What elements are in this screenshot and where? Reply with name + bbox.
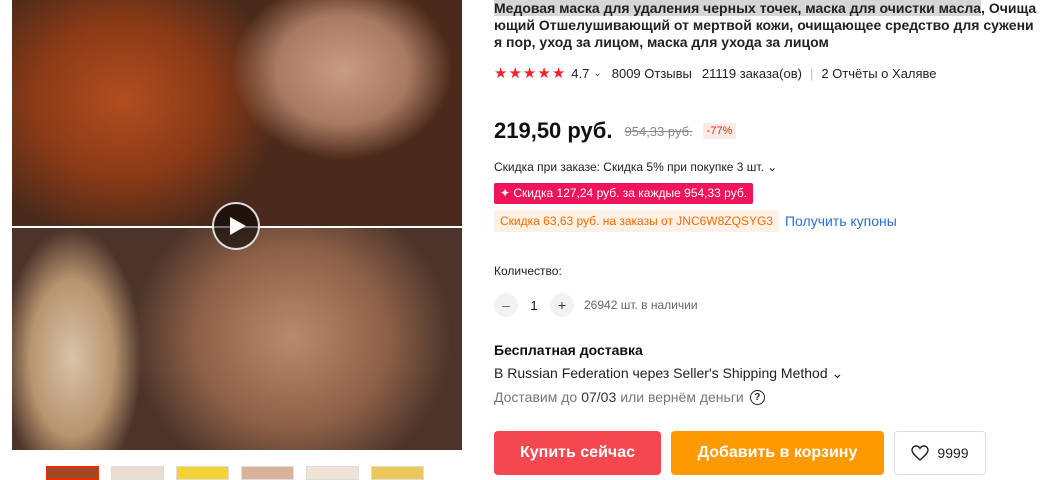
product-gallery xyxy=(0,0,462,450)
delivery-date-value: 07/03 xyxy=(581,389,617,405)
heart-icon xyxy=(911,445,930,461)
quantity-minus-button[interactable]: – xyxy=(494,293,518,317)
star-icon: ★ xyxy=(508,65,522,82)
delivery-date: Доставим до 07/03 или вернём деньги ? xyxy=(494,389,765,405)
current-price: 219,50 руб. xyxy=(494,118,613,143)
price-row: 219,50 руб. 954,33 руб. -77% xyxy=(494,118,737,144)
star-icon: ★ xyxy=(522,65,537,82)
rating-row: ★ ★ ★ ★ ★ 4.7 ⌄ 8009 Отзывы 21119 заказа… xyxy=(494,66,937,81)
thumbnail[interactable] xyxy=(176,466,229,480)
video-play-button[interactable] xyxy=(212,202,260,250)
add-to-cart-button[interactable]: Добавить в корзину xyxy=(671,431,884,475)
rating-value[interactable]: 4.7 xyxy=(571,66,589,81)
get-coupons-link[interactable]: Получить купоны xyxy=(785,213,897,229)
discount-badge: -77% xyxy=(702,123,737,139)
help-icon[interactable]: ? xyxy=(749,389,765,405)
buy-now-button[interactable]: Купить сейчас xyxy=(494,431,661,475)
promo-discount-badge: ✦ Скидка 127,24 руб. за каждые 954,33 ру… xyxy=(494,183,754,204)
free-reports-link[interactable]: 2 Отчёты о Халяве xyxy=(821,66,936,81)
delivery-suffix: или вернём деньги xyxy=(620,389,744,405)
quantity-plus-button[interactable]: + xyxy=(550,293,574,317)
thumbnail[interactable] xyxy=(111,466,164,480)
separator: | xyxy=(809,66,814,81)
wishlist-count: 9999 xyxy=(937,445,969,461)
thumbnail[interactable] xyxy=(241,466,294,480)
play-icon xyxy=(230,217,246,235)
coupon-row: Скидка 63,63 руб. на заказы от JNC6W8ZQS… xyxy=(494,210,897,232)
wishlist-button[interactable]: 9999 xyxy=(894,431,986,475)
reviews-link[interactable]: 8009 Отзывы xyxy=(612,66,692,81)
thumbnail[interactable] xyxy=(371,466,424,480)
product-info: Медовая маска для удаления черных точек,… xyxy=(494,0,1043,475)
quantity-label: Количество: xyxy=(494,264,562,278)
product-photo-before[interactable] xyxy=(12,0,462,228)
stock-count: 26942 шт. в наличии xyxy=(584,298,698,312)
store-discount-dropdown[interactable]: Скидка при заказе: Скидка 5% при покупке… xyxy=(494,160,777,174)
product-title: Медовая маска для удаления черных точек,… xyxy=(494,0,1039,51)
thumbnail[interactable] xyxy=(46,466,99,480)
star-icon: ★ xyxy=(551,65,566,82)
star-icon: ★ xyxy=(494,65,508,82)
shipping-title: Бесплатная доставка xyxy=(494,342,643,358)
coupon-tag: Скидка 63,63 руб. на заказы от JNC6W8ZQS… xyxy=(494,210,779,232)
product-title-highlight: Медовая маска для удаления черных точек,… xyxy=(494,0,982,16)
orders-count: 21119 заказа(ов) xyxy=(701,66,802,81)
chevron-down-icon[interactable]: ⌄ xyxy=(593,68,601,79)
rating-stars: ★ ★ ★ ★ ★ xyxy=(494,66,565,81)
product-photo-after[interactable] xyxy=(12,228,462,450)
old-price: 954,33 руб. xyxy=(624,123,693,139)
shipping-method-dropdown[interactable]: В Russian Federation через Seller's Ship… xyxy=(494,365,843,382)
delivery-prefix: Доставим до xyxy=(494,389,578,405)
star-icon: ★ xyxy=(537,65,551,82)
thumbnail[interactable] xyxy=(306,466,359,480)
thumbnail-strip xyxy=(46,466,424,480)
quantity-value[interactable]: 1 xyxy=(518,298,550,313)
quantity-stepper: – 1 + 26942 шт. в наличии xyxy=(494,293,698,317)
